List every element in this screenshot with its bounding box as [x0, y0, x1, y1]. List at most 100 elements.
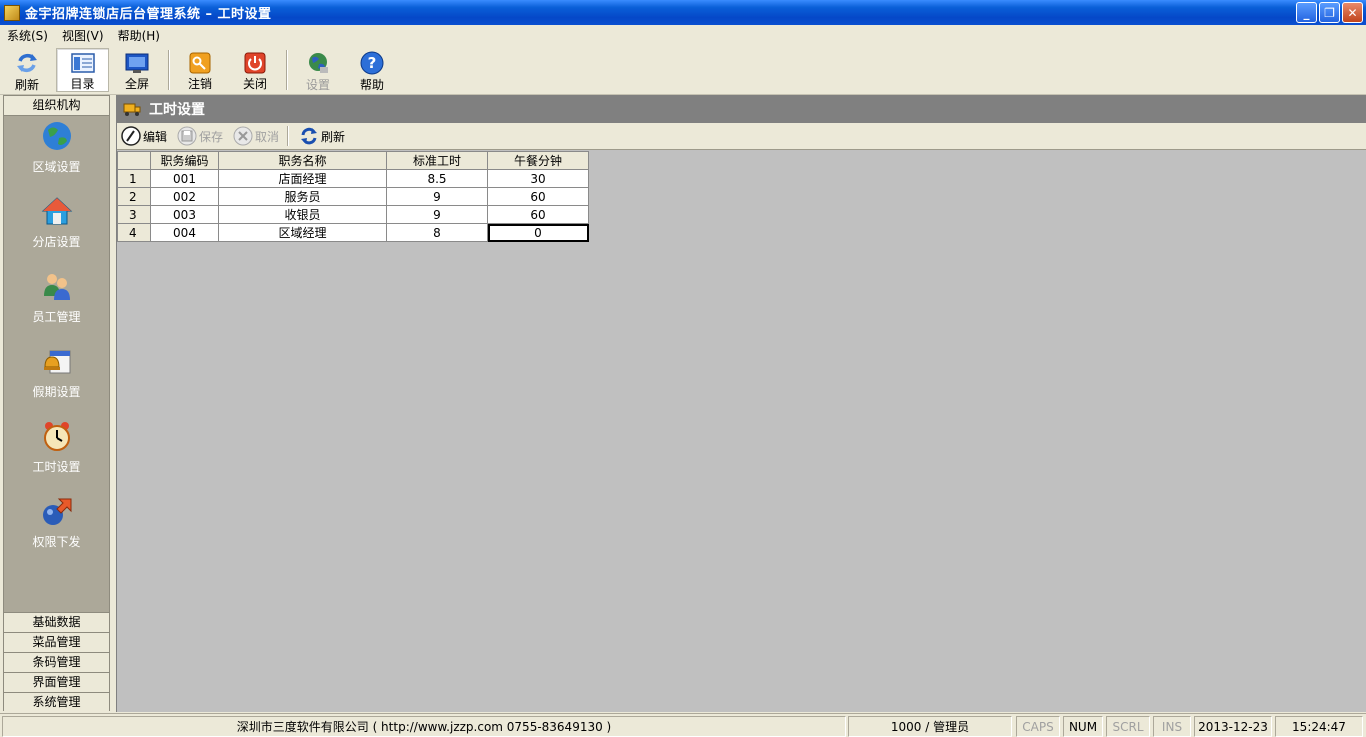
cell-hours[interactable]: 9: [386, 205, 488, 224]
grid-toolbar: 编辑 保存 取消 刷新: [117, 123, 1366, 150]
sidebar-item-label: 分店设置: [32, 235, 81, 249]
power-icon: [243, 51, 267, 74]
refresh-icon: [15, 51, 39, 75]
toolbar-separator: [287, 126, 290, 146]
refresh-label: 刷新: [321, 129, 346, 144]
left-sidebar: 组织机构 区域设置 分店设置 员工管理 假期设置 工时设置 权限下发 基础数据 …: [3, 95, 110, 712]
fullscreen-label: 全屏: [124, 77, 149, 91]
house-icon: [41, 195, 73, 227]
logout-label: 注销: [187, 77, 212, 91]
cell-lunch[interactable]: 60: [487, 187, 589, 206]
permission-icon: [41, 495, 73, 527]
cell-code[interactable]: 001: [150, 169, 219, 188]
save-label: 保存: [199, 129, 224, 144]
main-panel: 工时设置 编辑 保存 取消 刷新 职务编码 职务名称 标准工时 午餐分钟 1 0…: [116, 95, 1366, 712]
app-icon: [4, 4, 20, 21]
sidebar-item-employee[interactable]: 员工管理: [4, 270, 109, 325]
minimize-button[interactable]: _: [1296, 2, 1317, 23]
sidebar-item-branch[interactable]: 分店设置: [4, 195, 109, 250]
menu-system[interactable]: 系统(S): [0, 27, 55, 44]
help-button[interactable]: ? 帮助: [352, 48, 392, 92]
refresh-label: 刷新: [14, 78, 39, 92]
sidebar-section-barcode[interactable]: 条码管理: [4, 652, 109, 672]
column-header-hours[interactable]: 标准工时: [386, 151, 488, 170]
sidebar-item-label: 员工管理: [32, 310, 81, 324]
menu-help[interactable]: 帮助(H): [111, 27, 167, 44]
cell-lunch[interactable]: 60: [487, 205, 589, 224]
sidebar-header-org[interactable]: 组织机构: [4, 96, 109, 116]
cell-code[interactable]: 002: [150, 187, 219, 206]
status-caps: CAPS: [1016, 716, 1060, 737]
users-icon: [41, 270, 73, 302]
floppy-icon: [177, 126, 197, 146]
toolbar-separator: [286, 50, 288, 90]
cell-name[interactable]: 店面经理: [218, 169, 387, 188]
menu-bar: 系统(S) 视图(V) 帮助(H): [0, 25, 1366, 45]
settings-label: 设置: [305, 78, 330, 92]
table-row[interactable]: 2 002 服务员 9 60: [117, 187, 589, 206]
refresh-button[interactable]: 刷新: [5, 48, 49, 92]
cancel-button[interactable]: 取消: [233, 126, 279, 146]
svg-text:?: ?: [368, 54, 377, 72]
row-number-header: [117, 151, 151, 170]
close-window-button[interactable]: ✕: [1342, 2, 1363, 23]
directory-icon: [70, 52, 95, 74]
cell-lunch[interactable]: 30: [487, 169, 589, 188]
cancel-label: 取消: [255, 129, 280, 144]
cell-lunch-selected[interactable]: 0: [487, 223, 589, 242]
sidebar-section-menu[interactable]: 菜品管理: [4, 632, 109, 652]
cancel-x-icon: [233, 126, 253, 146]
sidebar-item-region[interactable]: 区域设置: [4, 120, 109, 175]
panel-header: 工时设置: [117, 95, 1366, 123]
row-number: 2: [117, 187, 151, 206]
sidebar-section-system[interactable]: 系统管理: [4, 692, 109, 712]
column-header-lunch[interactable]: 午餐分钟: [487, 151, 589, 170]
close-button[interactable]: 关闭: [235, 48, 275, 92]
logout-button[interactable]: 注销: [180, 48, 220, 92]
sidebar-section-interface[interactable]: 界面管理: [4, 672, 109, 692]
sidebar-item-label: 权限下发: [32, 535, 81, 549]
cell-name[interactable]: 区域经理: [218, 223, 387, 242]
calendar-bell-icon: [41, 345, 73, 377]
title-bar: 金宇招牌连锁店后台管理系统 – 工时设置 _ ❐ ✕: [0, 0, 1366, 25]
table-header-row: 职务编码 职务名称 标准工时 午餐分钟: [117, 151, 589, 170]
pencil-icon: [121, 126, 141, 146]
status-scrl: SCRL: [1106, 716, 1150, 737]
cell-hours[interactable]: 8.5: [386, 169, 488, 188]
help-icon: ?: [360, 51, 384, 75]
menu-view[interactable]: 视图(V): [55, 27, 111, 44]
cell-name[interactable]: 收银员: [218, 205, 387, 224]
sidebar-item-permission[interactable]: 权限下发: [4, 495, 109, 550]
cell-code[interactable]: 003: [150, 205, 219, 224]
table-row[interactable]: 3 003 收银员 9 60: [117, 205, 589, 224]
sidebar-item-holiday[interactable]: 假期设置: [4, 345, 109, 400]
column-header-code[interactable]: 职务编码: [150, 151, 219, 170]
globe-settings-icon: [306, 51, 330, 75]
cell-hours[interactable]: 9: [386, 187, 488, 206]
grid-refresh-button[interactable]: 刷新: [299, 126, 345, 146]
sidebar-section-basic-data[interactable]: 基础数据: [4, 612, 109, 632]
sidebar-item-label: 假期设置: [32, 385, 81, 399]
row-number: 4: [117, 223, 151, 242]
status-bar: 深圳市三度软件有限公司 ( http://www.jzzp.com 0755-8…: [0, 713, 1366, 737]
status-company: 深圳市三度软件有限公司 ( http://www.jzzp.com 0755-8…: [2, 716, 846, 737]
directory-button[interactable]: 目录: [56, 48, 109, 92]
fullscreen-button[interactable]: 全屏: [116, 48, 158, 92]
status-user: 1000 / 管理员: [848, 716, 1012, 737]
save-button[interactable]: 保存: [177, 126, 223, 146]
column-header-name[interactable]: 职务名称: [218, 151, 387, 170]
cell-name[interactable]: 服务员: [218, 187, 387, 206]
cell-hours[interactable]: 8: [386, 223, 488, 242]
table-row[interactable]: 1 001 店面经理 8.5 30: [117, 169, 589, 188]
cell-code[interactable]: 004: [150, 223, 219, 242]
status-num: NUM: [1063, 716, 1103, 737]
main-toolbar: 刷新 目录 全屏 注销 关闭 设置 ? 帮助: [0, 45, 1366, 95]
table-row[interactable]: 4 004 区域经理 8 0: [117, 223, 589, 242]
edit-button[interactable]: 编辑: [121, 126, 167, 146]
globe-icon: [41, 120, 73, 152]
restore-button[interactable]: ❐: [1319, 2, 1340, 23]
close-label: 关闭: [242, 77, 267, 91]
sidebar-item-worktime[interactable]: 工时设置: [4, 420, 109, 475]
sidebar-item-label: 区域设置: [32, 160, 81, 174]
settings-button[interactable]: 设置: [298, 48, 338, 92]
